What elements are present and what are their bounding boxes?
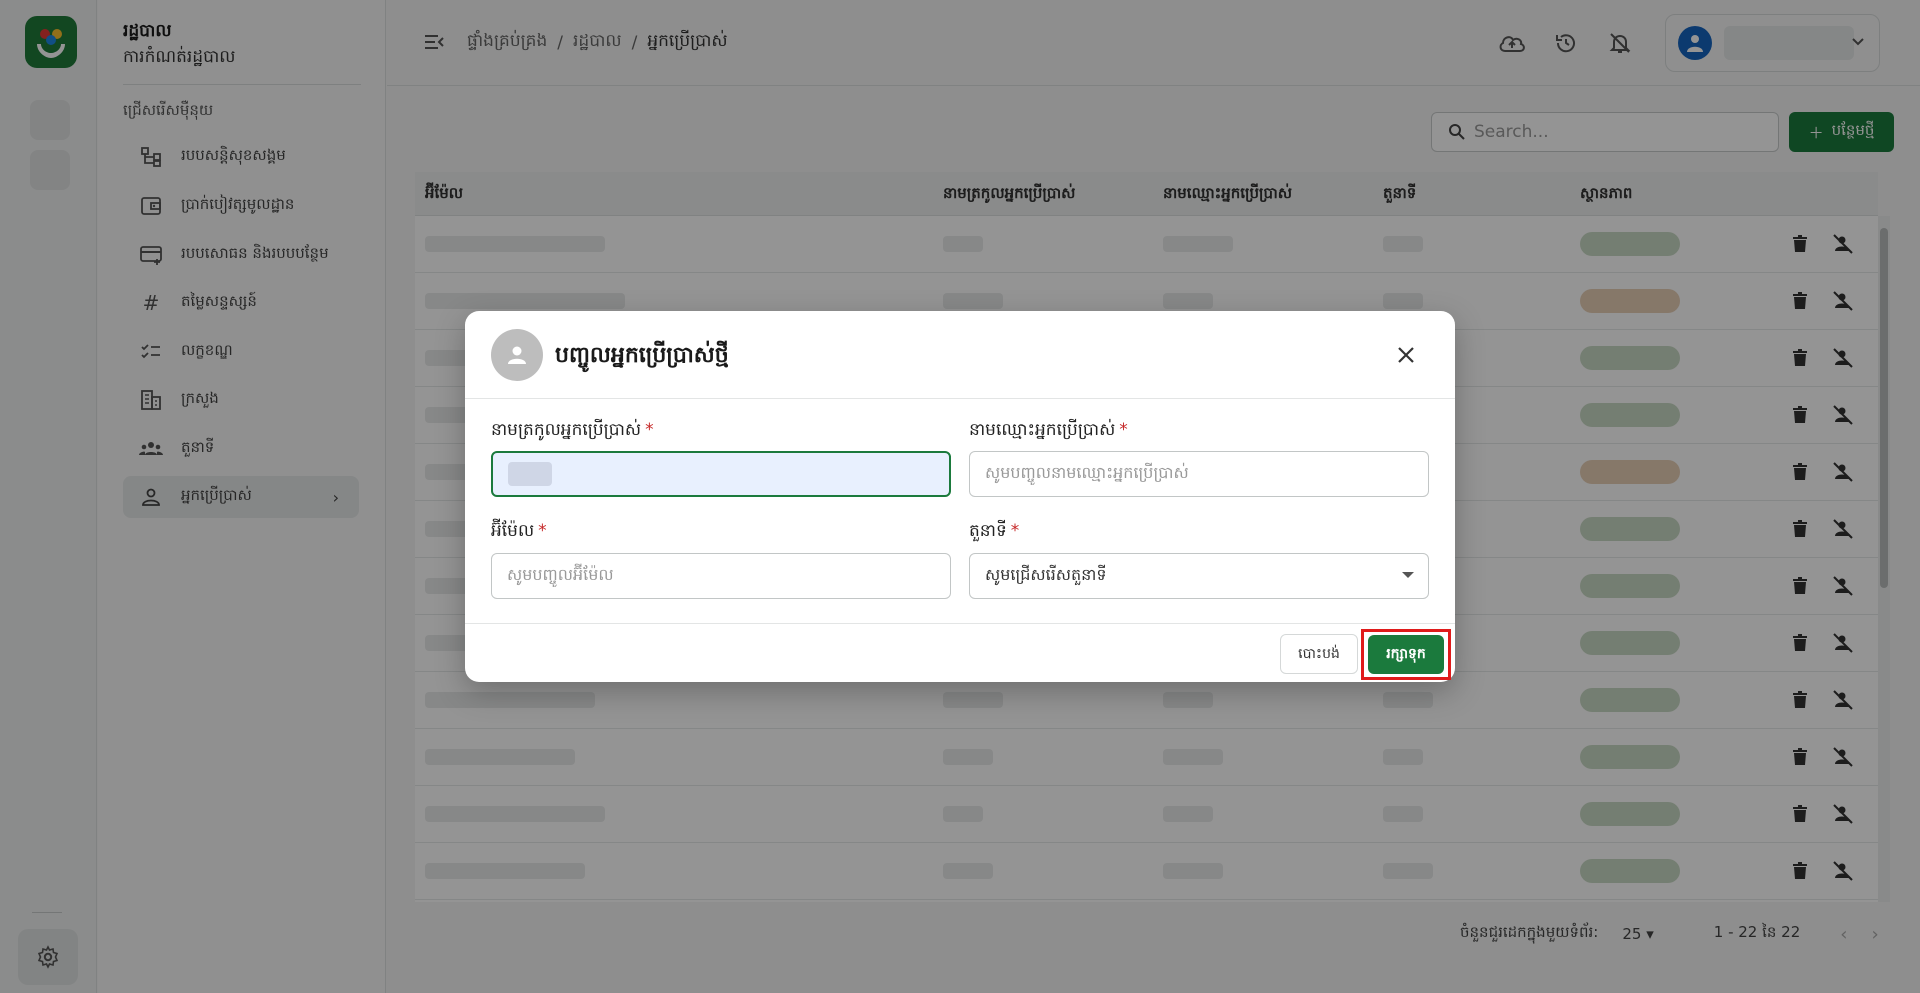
email-label-text: អ៊ីម៉ែល (491, 521, 535, 541)
last-name-input[interactable] (491, 451, 951, 497)
required-mark: * (645, 420, 654, 440)
role-label: តួនាទី * (969, 520, 1019, 545)
last-name-value-redacted (508, 462, 552, 486)
email-placeholder: សូមបញ្ចូលអ៊ីម៉ែល (507, 565, 614, 584)
email-label: អ៊ីម៉ែល * (491, 520, 547, 545)
role-select[interactable]: សូមជ្រើសរើសតួនាទី (969, 553, 1429, 599)
role-placeholder: សូមជ្រើសរើសតួនាទី (985, 565, 1107, 584)
email-input[interactable]: សូមបញ្ចូលអ៊ីម៉ែល (491, 553, 951, 599)
dialog-footer-divider (465, 623, 1455, 624)
user-icon (508, 346, 526, 364)
cancel-button[interactable]: បោះបង់ (1280, 634, 1358, 674)
dialog-title: បញ្ចូលអ្នកប្រើប្រាស់ថ្មី (555, 343, 729, 368)
required-mark: * (1119, 420, 1128, 440)
first-name-label-text: នាមឈ្មោះអ្នកប្រើប្រាស់ (969, 420, 1116, 440)
last-name-label: នាមត្រកូលអ្នកប្រើប្រាស់ * (491, 419, 654, 444)
first-name-input[interactable]: សូមបញ្ចូលនាមឈ្មោះអ្នកប្រើប្រាស់ (969, 451, 1429, 497)
avatar (491, 329, 543, 381)
role-label-text: តួនាទី (969, 521, 1007, 541)
required-mark: * (538, 521, 547, 541)
dropdown-arrow-icon (1402, 572, 1414, 578)
close-button[interactable] (1392, 341, 1420, 369)
last-name-label-text: នាមត្រកូលអ្នកប្រើប្រាស់ (491, 420, 642, 440)
first-name-placeholder: សូមបញ្ចូលនាមឈ្មោះអ្នកប្រើប្រាស់ (985, 463, 1189, 482)
save-button[interactable]: រក្សាទុក (1368, 635, 1444, 674)
first-name-label: នាមឈ្មោះអ្នកប្រើប្រាស់ * (969, 419, 1128, 444)
required-mark: * (1010, 521, 1020, 541)
close-icon (1398, 347, 1414, 363)
dialog-header: បញ្ចូលអ្នកប្រើប្រាស់ថ្មី (465, 311, 1455, 399)
add-user-dialog: បញ្ចូលអ្នកប្រើប្រាស់ថ្មី នាមត្រកូលអ្នកប្… (465, 311, 1455, 682)
